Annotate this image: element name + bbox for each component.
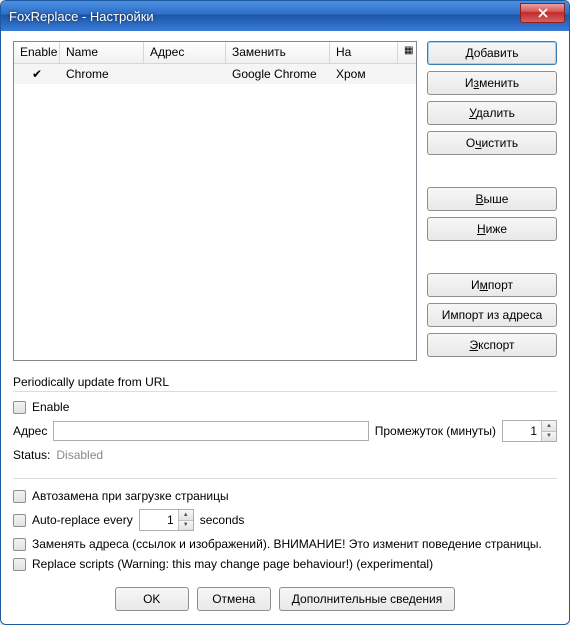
spinner-up-icon[interactable]: ▲: [542, 421, 556, 432]
th-replace[interactable]: Заменить: [226, 42, 330, 63]
delete-button[interactable]: Удалить: [427, 101, 557, 125]
auto-every-spinner[interactable]: ▲ ▼: [139, 509, 194, 531]
replace-scripts-label: Replace scripts (Warning: this may chang…: [32, 557, 433, 571]
auto-on-load-checkbox[interactable]: [13, 490, 26, 503]
cell-name: Chrome: [60, 65, 144, 83]
rest: обавить: [474, 46, 519, 60]
column-picker-icon[interactable]: ▦: [398, 42, 416, 63]
cell-addr: [144, 72, 226, 76]
periodic-enable-label: Enable: [32, 400, 69, 414]
ok-button[interactable]: OK: [115, 587, 189, 611]
spinner-up-icon[interactable]: ▲: [179, 510, 193, 521]
auto-every-input[interactable]: [140, 510, 178, 530]
periodic-enable-checkbox[interactable]: [13, 401, 26, 414]
more-info-button[interactable]: Дополнительные сведения: [279, 587, 455, 611]
auto-every-prefix: Auto-replace every: [32, 513, 133, 527]
spinner-down-icon[interactable]: ▼: [179, 521, 193, 531]
divider: [13, 478, 557, 479]
table-row[interactable]: ✔ Chrome Google Chrome Хром: [14, 64, 416, 84]
content-area: Enable Name Адрес Заменить На ▦ ✔ Chrome…: [1, 31, 569, 624]
clear-button[interactable]: Очистить: [427, 131, 557, 155]
footer-buttons: OK Отмена Дополнительные сведения: [13, 587, 557, 611]
down-button[interactable]: Ниже: [427, 217, 557, 241]
periodic-status-label: Status:: [13, 448, 50, 462]
auto-every-checkbox[interactable]: [13, 514, 26, 527]
cancel-button[interactable]: Отмена: [197, 587, 271, 611]
table-header: Enable Name Адрес Заменить На ▦: [14, 42, 416, 64]
edit-button[interactable]: Изменить: [427, 71, 557, 95]
cell-enabled: ✔: [14, 65, 60, 83]
th-name[interactable]: Name: [60, 42, 144, 63]
close-button[interactable]: [520, 3, 565, 23]
cell-replace: Google Chrome: [226, 65, 330, 83]
rules-table: Enable Name Адрес Заменить На ▦ ✔ Chrome…: [13, 41, 417, 361]
table-body: ✔ Chrome Google Chrome Хром: [14, 64, 416, 360]
th-addr[interactable]: Адрес: [144, 42, 226, 63]
periodic-interval-input[interactable]: [503, 421, 541, 441]
dialog-window: FoxReplace - Настройки Enable Name Адрес…: [0, 0, 570, 625]
periodic-status-value: Disabled: [56, 448, 103, 462]
import-url-button[interactable]: Импорт из адреса: [427, 303, 557, 327]
add-button[interactable]: Добавить: [427, 41, 557, 65]
th-enable[interactable]: Enable: [14, 42, 60, 63]
replace-urls-label: Заменять адреса (ссылок и изображений). …: [32, 537, 542, 551]
auto-every-suffix: seconds: [200, 513, 245, 527]
close-icon: [538, 8, 548, 18]
window-title: FoxReplace - Настройки: [9, 9, 520, 24]
spinner-down-icon[interactable]: ▼: [542, 432, 556, 442]
periodic-section-label: Periodically update from URL: [13, 375, 557, 389]
periodic-addr-input[interactable]: [53, 421, 368, 441]
replace-urls-checkbox[interactable]: [13, 538, 26, 551]
auto-on-load-label: Автозамена при загрузке страницы: [32, 489, 229, 503]
up-button[interactable]: Выше: [427, 187, 557, 211]
u: Д: [465, 46, 473, 60]
side-buttons: Добавить Изменить Удалить Очистить Выше …: [427, 41, 557, 361]
periodic-interval-spinner[interactable]: ▲ ▼: [502, 420, 557, 442]
export-button[interactable]: Экспорт: [427, 333, 557, 357]
divider: [13, 391, 557, 392]
cell-with: Хром: [330, 65, 398, 83]
import-button[interactable]: Импорт: [427, 273, 557, 297]
titlebar: FoxReplace - Настройки: [1, 1, 569, 31]
th-with[interactable]: На: [330, 42, 398, 63]
periodic-addr-label: Адрес: [13, 424, 47, 438]
replace-scripts-checkbox[interactable]: [13, 558, 26, 571]
periodic-interval-label: Промежуток (минуты): [375, 424, 496, 438]
